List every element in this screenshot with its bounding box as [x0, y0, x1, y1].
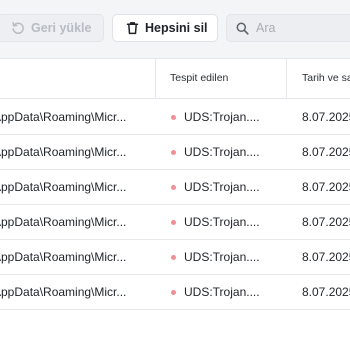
table-header: Tespit edilen Tarih ve sa	[0, 59, 350, 99]
trash-icon	[126, 21, 139, 35]
file-path: AppData\Roaming\Micr...	[0, 180, 127, 194]
detection-date: 8.07.2025	[302, 250, 350, 264]
threat-name: UDS:Trojan....	[184, 285, 260, 299]
detection-date: 8.07.2025	[302, 285, 350, 299]
file-path: AppData\Roaming\Micr...	[0, 250, 127, 264]
toolbar: Geri yükle Hepsini sil	[0, 0, 350, 56]
search-icon	[236, 22, 249, 35]
column-header-detected[interactable]: Tespit edilen	[170, 72, 228, 84]
threat-indicator-dot	[171, 150, 176, 155]
file-path: AppData\Roaming\Micr...	[0, 110, 127, 124]
threat-name: UDS:Trojan....	[184, 250, 260, 264]
search-box[interactable]	[226, 14, 350, 42]
delete-all-label: Hepsini sil	[145, 21, 208, 35]
threat-indicator-dot	[171, 255, 176, 260]
restore-button[interactable]: Geri yükle	[0, 14, 104, 42]
threat-indicator-dot	[171, 115, 176, 120]
threat-name: UDS:Trojan....	[184, 180, 260, 194]
table-row[interactable]: AppData\Roaming\Micr... UDS:Trojan.... 8…	[0, 275, 350, 310]
table-row[interactable]: AppData\Roaming\Micr... UDS:Trojan.... 8…	[0, 240, 350, 275]
threat-name: UDS:Trojan....	[184, 215, 260, 229]
file-path: AppData\Roaming\Micr...	[0, 285, 127, 299]
detection-date: 8.07.2025	[302, 215, 350, 229]
delete-all-button[interactable]: Hepsini sil	[112, 14, 218, 42]
column-separator[interactable]	[286, 59, 287, 99]
detection-date: 8.07.2025	[302, 110, 350, 124]
table-row[interactable]: AppData\Roaming\Micr... UDS:Trojan.... 8…	[0, 170, 350, 205]
threat-name: UDS:Trojan....	[184, 145, 260, 159]
column-header-date[interactable]: Tarih ve sa	[302, 72, 350, 84]
threat-name: UDS:Trojan....	[184, 110, 260, 124]
quarantine-table: Tespit edilen Tarih ve sa AppData\Roamin…	[0, 58, 350, 350]
column-separator[interactable]	[155, 59, 156, 99]
restore-label: Geri yükle	[31, 21, 92, 35]
table-row[interactable]: AppData\Roaming\Micr... UDS:Trojan.... 8…	[0, 100, 350, 135]
detection-date: 8.07.2025	[302, 145, 350, 159]
detection-date: 8.07.2025	[302, 180, 350, 194]
threat-indicator-dot	[171, 220, 176, 225]
file-path: AppData\Roaming\Micr...	[0, 215, 127, 229]
table-row[interactable]: AppData\Roaming\Micr... UDS:Trojan.... 8…	[0, 135, 350, 170]
file-path: AppData\Roaming\Micr...	[0, 145, 127, 159]
table-row[interactable]: AppData\Roaming\Micr... UDS:Trojan.... 8…	[0, 205, 350, 240]
threat-indicator-dot	[171, 185, 176, 190]
restore-icon	[11, 21, 25, 35]
threat-indicator-dot	[171, 290, 176, 295]
search-input[interactable]	[256, 21, 350, 35]
